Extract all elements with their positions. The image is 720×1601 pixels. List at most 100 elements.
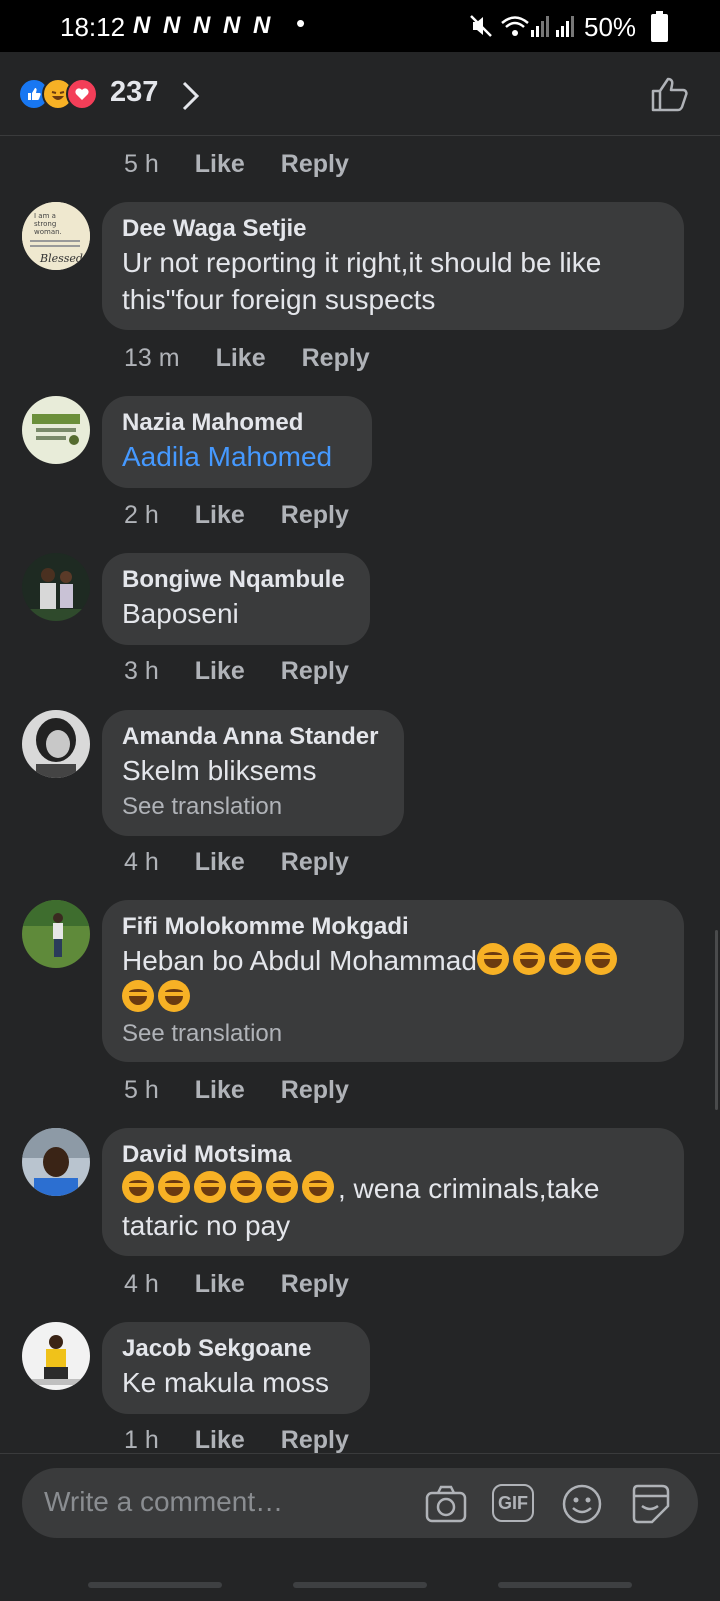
mute-icon xyxy=(470,15,492,37)
like-link[interactable]: Like xyxy=(195,150,245,179)
signal-1-icon xyxy=(531,16,549,37)
reply-link[interactable]: Reply xyxy=(302,344,370,373)
reactions-header: 237 xyxy=(0,52,720,136)
comment-author[interactable]: Amanda Anna Stander xyxy=(122,722,384,752)
avatar[interactable] xyxy=(22,396,90,464)
comment-text: , wena criminals,take xyxy=(122,1170,664,1207)
sticker-icon[interactable] xyxy=(628,1482,672,1526)
avatar[interactable] xyxy=(22,900,90,968)
comment-text: this"four foreign suspects xyxy=(122,284,436,315)
love-reaction-icon xyxy=(66,78,98,110)
comment-bubble[interactable]: David Motsima , wena criminals,take tata… xyxy=(102,1128,684,1256)
mention-link[interactable]: Aadila Mahomed xyxy=(122,438,352,475)
avatar[interactable] xyxy=(22,553,90,621)
comment-bubble[interactable]: Nazia Mahomed Aadila Mahomed xyxy=(102,396,372,488)
comment-age: 13 m xyxy=(124,344,180,372)
laughing-emoji-icon xyxy=(266,1171,298,1203)
comment-emoji-line xyxy=(122,979,664,1016)
comment-text: Ke makula moss xyxy=(122,1367,329,1398)
comment-bubble[interactable]: Jacob Sekgoane Ke makula moss xyxy=(102,1322,370,1414)
comment-text-part: , wena criminals,take xyxy=(338,1173,600,1204)
laughing-emoji-icon xyxy=(584,943,617,975)
comment-bubble[interactable]: Amanda Anna Stander Skelm bliksems See t… xyxy=(102,710,404,836)
like-link[interactable]: Like xyxy=(195,1270,245,1299)
like-link[interactable]: Like xyxy=(195,1426,245,1455)
comment-age: 4 h xyxy=(124,1270,159,1298)
comment-age: 1 h xyxy=(124,1426,159,1454)
laughing-emoji-icon xyxy=(194,1171,226,1203)
avatar[interactable] xyxy=(22,1322,90,1390)
see-translation-link[interactable]: See translation xyxy=(122,1018,664,1050)
nav-recents[interactable] xyxy=(88,1582,222,1588)
comment-bubble[interactable]: Fifi Molokomme Mokgadi Heban bo Abdul Mo… xyxy=(102,900,684,1062)
nav-back[interactable] xyxy=(498,1582,632,1588)
svg-text:I am a: I am a xyxy=(34,212,56,220)
comment-input-placeholder[interactable]: Write a comment… xyxy=(44,1486,283,1518)
avatar[interactable] xyxy=(22,710,90,778)
reply-link[interactable]: Reply xyxy=(281,1270,349,1299)
laughing-emoji-icon xyxy=(158,980,190,1012)
comment-actions: 2 h Like Reply xyxy=(124,501,349,530)
svg-text:Blessed: Blessed xyxy=(39,252,83,265)
comment-author[interactable]: Fifi Molokomme Mokgadi xyxy=(122,912,664,942)
reply-link[interactable]: Reply xyxy=(281,848,349,877)
comment-text: Ur not reporting it right,it should be l… xyxy=(122,247,602,278)
comment-age: 4 h xyxy=(124,848,159,876)
like-link[interactable]: Like xyxy=(195,1076,245,1105)
comment-author[interactable]: Nazia Mahomed xyxy=(122,408,352,438)
reply-link[interactable]: Reply xyxy=(281,150,349,179)
comment-composer[interactable]: Write a comment… GIF xyxy=(22,1468,698,1538)
nav-home[interactable] xyxy=(293,1582,427,1588)
reply-link[interactable]: Reply xyxy=(281,657,349,686)
reaction-icons[interactable] xyxy=(18,78,98,110)
laughing-emoji-icon xyxy=(476,943,509,975)
comment-actions: 1 h Like Reply xyxy=(124,1426,349,1455)
smiley-icon[interactable] xyxy=(560,1482,604,1526)
battery-percent: 50% xyxy=(584,12,637,42)
reply-link[interactable]: Reply xyxy=(281,1426,349,1455)
comment-author[interactable]: Jacob Sekgoane xyxy=(122,1334,350,1364)
like-link[interactable]: Like xyxy=(195,848,245,877)
wifi-icon xyxy=(501,16,529,36)
avatar[interactable] xyxy=(22,1128,90,1196)
comment-age: 2 h xyxy=(124,501,159,529)
comment-text: tataric no pay xyxy=(122,1210,291,1241)
laughing-emoji-icon xyxy=(122,980,154,1012)
avatar[interactable]: I am a strong woman. Blessed xyxy=(22,202,90,270)
laughing-emoji-icon xyxy=(302,1171,334,1203)
gif-label: GIF xyxy=(498,1492,528,1513)
comment-age: 5 h xyxy=(124,150,159,178)
camera-icon[interactable] xyxy=(424,1482,468,1526)
status-bar: 18:12 N N N N N • 50% xyxy=(0,0,720,52)
comment-actions: 4 h Like Reply xyxy=(124,1270,349,1299)
comment-bubble[interactable]: Dee Waga Setjie Ur not reporting it righ… xyxy=(102,202,684,330)
comment-author[interactable]: Bongiwe Nqambule xyxy=(122,565,350,595)
laughing-emoji-icon xyxy=(512,943,545,975)
comment-author[interactable]: Dee Waga Setjie xyxy=(122,214,664,244)
comment-actions: 5 h Like Reply xyxy=(124,1076,349,1105)
comment-actions: 4 h Like Reply xyxy=(124,848,349,877)
laughing-emoji-icon xyxy=(122,1171,154,1203)
comment-bubble[interactable]: Bongiwe Nqambule Baposeni xyxy=(102,553,370,645)
reply-link[interactable]: Reply xyxy=(281,1076,349,1105)
see-translation-link[interactable]: See translation xyxy=(122,791,384,823)
scrollbar[interactable] xyxy=(715,930,718,1110)
chevron-right-icon[interactable] xyxy=(180,80,202,112)
comment-age: 5 h xyxy=(124,1076,159,1104)
reaction-count[interactable]: 237 xyxy=(110,76,158,109)
svg-text:strong: strong xyxy=(34,220,56,228)
comment-text-part: Heban bo Abdul Mohammad xyxy=(122,945,477,976)
like-link[interactable]: Like xyxy=(216,344,266,373)
reply-link[interactable]: Reply xyxy=(281,501,349,530)
more-notifications-dot-icon: • xyxy=(296,8,306,38)
battery-icon xyxy=(651,11,668,42)
like-link[interactable]: Like xyxy=(195,501,245,530)
comment-actions: 13 m Like Reply xyxy=(124,344,370,373)
comment-author[interactable]: David Motsima xyxy=(122,1140,664,1170)
like-post-thumb-icon[interactable] xyxy=(650,76,690,112)
laughing-emoji-icon xyxy=(230,1171,262,1203)
gif-button[interactable]: GIF xyxy=(492,1484,534,1522)
like-link[interactable]: Like xyxy=(195,657,245,686)
comment-text: Heban bo Abdul Mohammad xyxy=(122,942,664,979)
svg-text:woman.: woman. xyxy=(34,228,62,236)
